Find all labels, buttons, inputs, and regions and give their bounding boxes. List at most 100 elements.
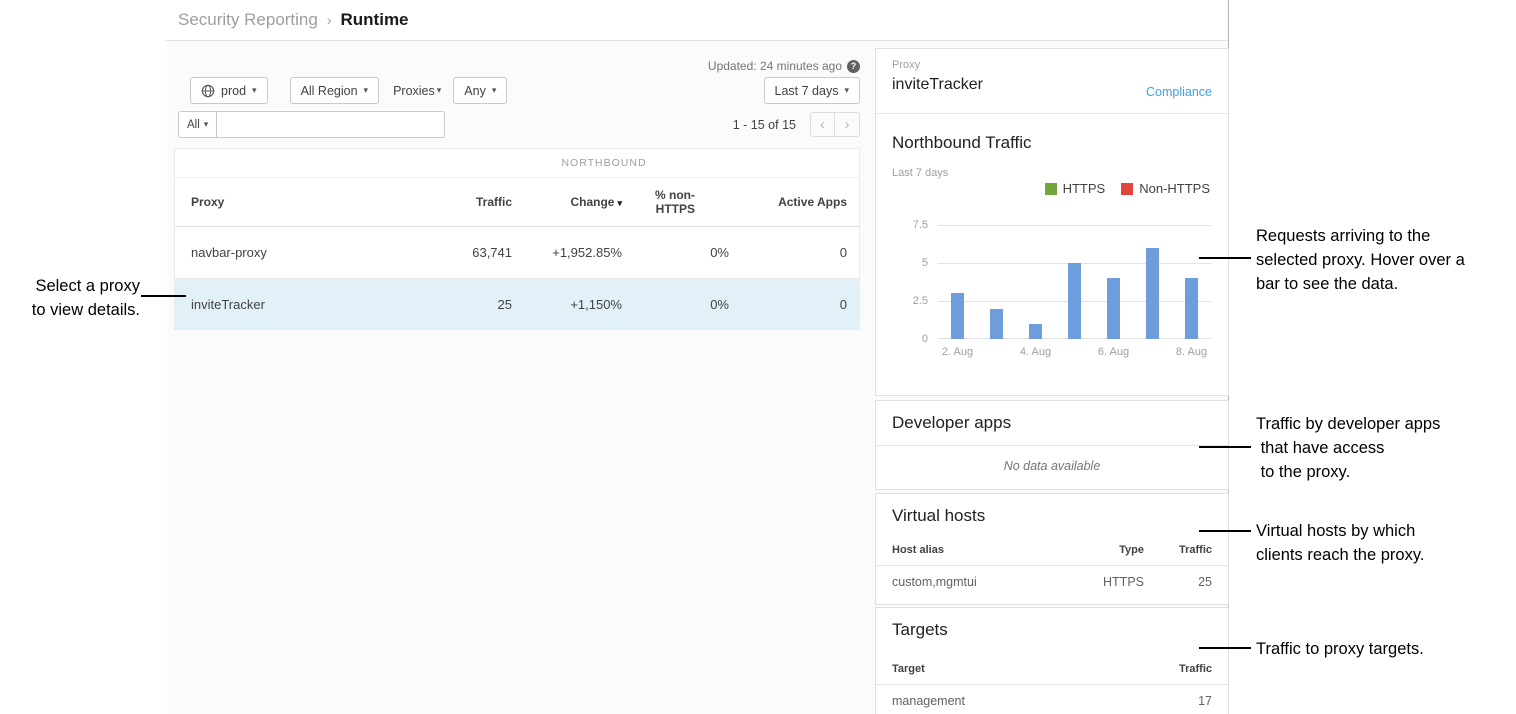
environment-label: prod — [221, 84, 246, 98]
cell-type: HTTPS — [1054, 575, 1144, 589]
x-tick-label: 4. Aug — [1016, 346, 1055, 358]
filter-toolbar: prod ▾ All Region ▾ Proxies ▾ Any ▾ Last… — [190, 77, 860, 104]
search-scope-label: All — [187, 119, 200, 131]
caret-down-icon: ▾ — [252, 86, 257, 95]
proxy-detail-card: Proxy inviteTracker Compliance Northboun… — [875, 48, 1229, 396]
annotation-northbound: Requests arriving to the selected proxy.… — [1256, 224, 1465, 296]
cell-traffic: 25 — [465, 297, 526, 312]
bar[interactable] — [1146, 248, 1159, 339]
targets-card: Targets Target Traffic management 17 — [875, 607, 1229, 714]
x-tick-label: 2. Aug — [938, 346, 977, 358]
date-range-label: Last 7 days — [775, 84, 839, 98]
globe-icon — [201, 84, 215, 98]
breadcrumb: Security Reporting › Runtime — [178, 7, 409, 33]
bar[interactable] — [1107, 278, 1120, 339]
x-tick-label — [1133, 346, 1172, 358]
chevron-right-icon: › — [845, 116, 850, 133]
annotation-select-proxy: Select a proxy to view details. — [0, 274, 140, 322]
bar-slot[interactable] — [1016, 225, 1055, 339]
bar-slot[interactable] — [1172, 225, 1211, 339]
x-tick-label: 6. Aug — [1094, 346, 1133, 358]
column-header-type: Type — [1054, 544, 1144, 556]
updated-text: Updated: 24 minutes ago — [708, 59, 842, 73]
developer-apps-card: Developer apps No data available — [875, 400, 1229, 490]
legend-label-https: HTTPS — [1063, 181, 1106, 196]
virtual-hosts-card: Virtual hosts Host alias Type Traffic cu… — [875, 493, 1229, 605]
callout-line — [1199, 530, 1251, 532]
any-filter-dropdown[interactable]: Any ▾ — [453, 77, 507, 104]
breadcrumb-chevron-icon: › — [327, 12, 332, 28]
virtual-hosts-header-row: Host alias Type Traffic — [892, 544, 1212, 556]
bar-slot[interactable] — [977, 225, 1016, 339]
caret-down-icon: ▾ — [364, 86, 369, 95]
help-icon[interactable]: ? — [847, 60, 860, 73]
date-range-dropdown[interactable]: Last 7 days ▾ — [764, 77, 860, 104]
pagination-prev-button[interactable]: ‹ — [810, 112, 835, 137]
cell-target: management — [892, 694, 1144, 708]
legend-item-https[interactable]: HTTPS — [1045, 181, 1106, 196]
group-header-northbound: NORTHBOUND — [465, 157, 743, 169]
search-toolbar: All ▾ 1 - 15 of 15 ‹ › — [178, 111, 860, 138]
legend-swatch-non-https — [1121, 183, 1133, 195]
bar-chart — [938, 225, 1211, 339]
divider — [876, 113, 1228, 114]
cell-traffic: 63,741 — [465, 245, 526, 260]
divider — [876, 445, 1228, 446]
column-header-target: Target — [892, 663, 1144, 675]
bar-slot[interactable] — [1094, 225, 1133, 339]
table-row[interactable]: navbar-proxy 63,741 +1,952.85% 0% 0 — [175, 227, 859, 278]
callout-line — [141, 295, 186, 297]
targets-header-row: Target Traffic — [892, 663, 1212, 675]
bar[interactable] — [1185, 278, 1198, 339]
caret-down-icon: ▾ — [437, 86, 442, 95]
legend-label-non-https: Non-HTTPS — [1139, 181, 1210, 196]
callout-line — [1199, 257, 1251, 259]
caret-down-icon: ▾ — [844, 86, 849, 95]
y-tick-label: 5 — [876, 257, 928, 269]
cell-traffic: 25 — [1144, 575, 1212, 589]
table-header-row: Proxy Traffic Change▾ % non-HTTPS Active… — [175, 178, 859, 227]
search-scope-dropdown[interactable]: All ▾ — [178, 111, 217, 138]
region-dropdown[interactable]: All Region ▾ — [290, 77, 380, 104]
proxies-table: NORTHBOUND Proxy Traffic Change▾ % non-H… — [174, 148, 860, 330]
column-header-change[interactable]: Change▾ — [526, 195, 636, 209]
column-header-traffic[interactable]: Traffic — [465, 195, 526, 209]
search-input[interactable] — [217, 111, 445, 138]
bar[interactable] — [1029, 324, 1042, 339]
table-row-selected[interactable]: inviteTracker 25 +1,150% 0% 0 — [175, 278, 859, 329]
virtual-hosts-title: Virtual hosts — [892, 506, 985, 526]
bar[interactable] — [951, 293, 964, 339]
y-tick-label: 0 — [876, 333, 928, 345]
bar-slot[interactable] — [1055, 225, 1094, 339]
bar[interactable] — [1068, 263, 1081, 339]
sort-desc-icon: ▾ — [617, 198, 622, 208]
pagination: 1 - 15 of 15 ‹ › — [733, 112, 860, 137]
cell-active-apps: 0 — [743, 297, 861, 312]
virtual-host-row: custom,mgmtui HTTPS 25 — [892, 575, 1212, 589]
proxies-label: Proxies — [393, 84, 435, 98]
bar-slot[interactable] — [1133, 225, 1172, 339]
proxies-dropdown[interactable]: Proxies ▾ — [393, 84, 441, 98]
cell-proxy-name: inviteTracker — [175, 297, 465, 312]
pagination-next-button[interactable]: › — [835, 112, 860, 137]
no-data-message: No data available — [876, 459, 1228, 473]
bar[interactable] — [990, 309, 1003, 339]
column-header-non-https[interactable]: % non-HTTPS — [636, 188, 743, 216]
column-header-proxy[interactable]: Proxy — [175, 195, 465, 209]
cell-change: +1,150% — [526, 297, 636, 312]
northbound-traffic-title: Northbound Traffic — [892, 133, 1032, 153]
pagination-label: 1 - 15 of 15 — [733, 118, 796, 132]
compliance-link[interactable]: Compliance — [1146, 85, 1212, 99]
legend-item-non-https[interactable]: Non-HTTPS — [1121, 181, 1210, 196]
bar-slot[interactable] — [938, 225, 977, 339]
column-header-traffic: Traffic — [1144, 663, 1212, 675]
breadcrumb-parent[interactable]: Security Reporting — [178, 10, 318, 30]
target-row: management 17 — [892, 694, 1212, 708]
environment-dropdown[interactable]: prod ▾ — [190, 77, 268, 104]
divider — [876, 565, 1228, 566]
annotation-developer-apps: Traffic by developer apps that have acce… — [1256, 412, 1440, 484]
chevron-left-icon: ‹ — [820, 116, 825, 133]
column-header-active-apps[interactable]: Active Apps — [743, 195, 861, 209]
cell-non-https: 0% — [636, 245, 743, 260]
legend-swatch-https — [1045, 183, 1057, 195]
